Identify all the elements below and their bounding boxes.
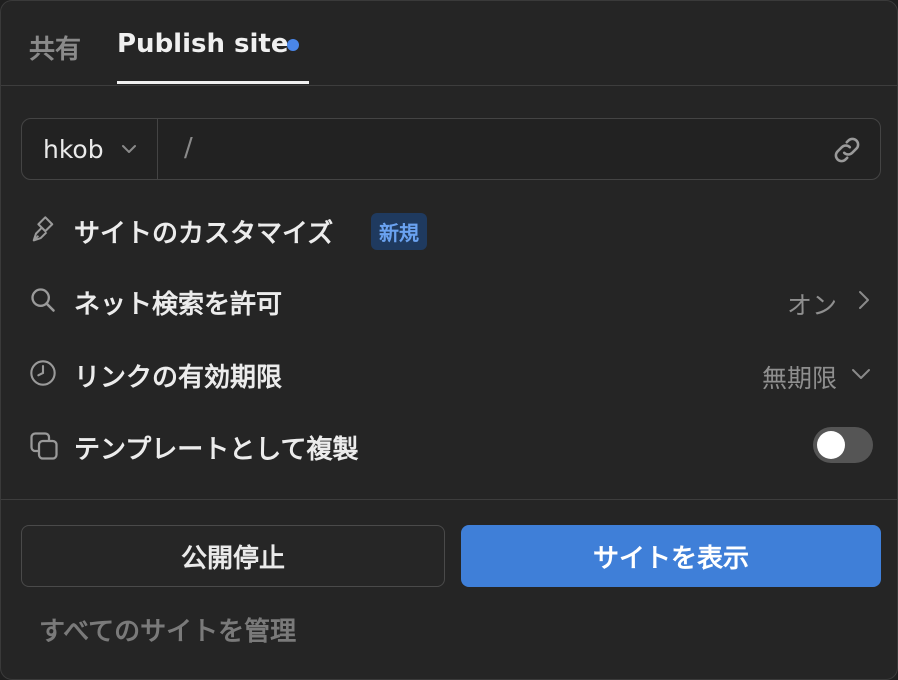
link-expiry-value: 無期限 [761, 364, 837, 393]
allow-search-label: ネット検索を許可 [74, 290, 283, 320]
clock-icon [30, 360, 56, 386]
chevron-down-icon [122, 145, 136, 153]
site-path-input[interactable] [202, 129, 826, 171]
duplicate-icon [30, 432, 58, 460]
domain-label: hkob [43, 135, 104, 164]
chevron-right-icon [859, 291, 869, 309]
paintbrush-icon [32, 216, 54, 242]
manage-all-sites-link[interactable]: すべてのサイトを管理 [39, 611, 296, 648]
duplicate-template-label: テンプレートとして複製 [74, 435, 359, 465]
publish-panel: 共有 Publish site hkob / サイトのカスタマイズ 新規 ネット… [0, 0, 898, 680]
divider [1, 499, 897, 500]
tab-publish-site[interactable]: Publish site [117, 29, 289, 59]
active-tab-indicator [117, 81, 309, 84]
customize-site-row[interactable]: サイトのカスタマイズ 新規 [21, 203, 881, 255]
duplicate-template-toggle[interactable] [813, 427, 873, 463]
allow-search-row[interactable]: ネット検索を許可 オン [21, 274, 881, 326]
chevron-down-icon [852, 369, 870, 379]
link-expiry-row[interactable]: リンクの有効期限 無期限 [21, 347, 881, 399]
toggle-knob [817, 431, 845, 459]
status-dot [287, 39, 299, 51]
link-icon[interactable] [830, 133, 864, 167]
site-url-field: hkob / [21, 118, 881, 180]
domain-select[interactable]: hkob [22, 119, 158, 179]
duplicate-template-row: テンプレートとして複製 [21, 419, 881, 471]
new-badge: 新規 [371, 213, 427, 250]
allow-search-value: オン [786, 291, 837, 320]
tab-bar: 共有 Publish site [1, 1, 897, 86]
customize-site-label: サイトのカスタマイズ [74, 219, 334, 249]
link-expiry-label: リンクの有効期限 [74, 363, 283, 393]
view-site-button[interactable]: サイトを表示 [461, 525, 881, 587]
tab-share[interactable]: 共有 [29, 29, 81, 66]
path-separator: / [184, 133, 193, 163]
search-icon [31, 288, 55, 312]
unpublish-button[interactable]: 公開停止 [21, 525, 445, 587]
